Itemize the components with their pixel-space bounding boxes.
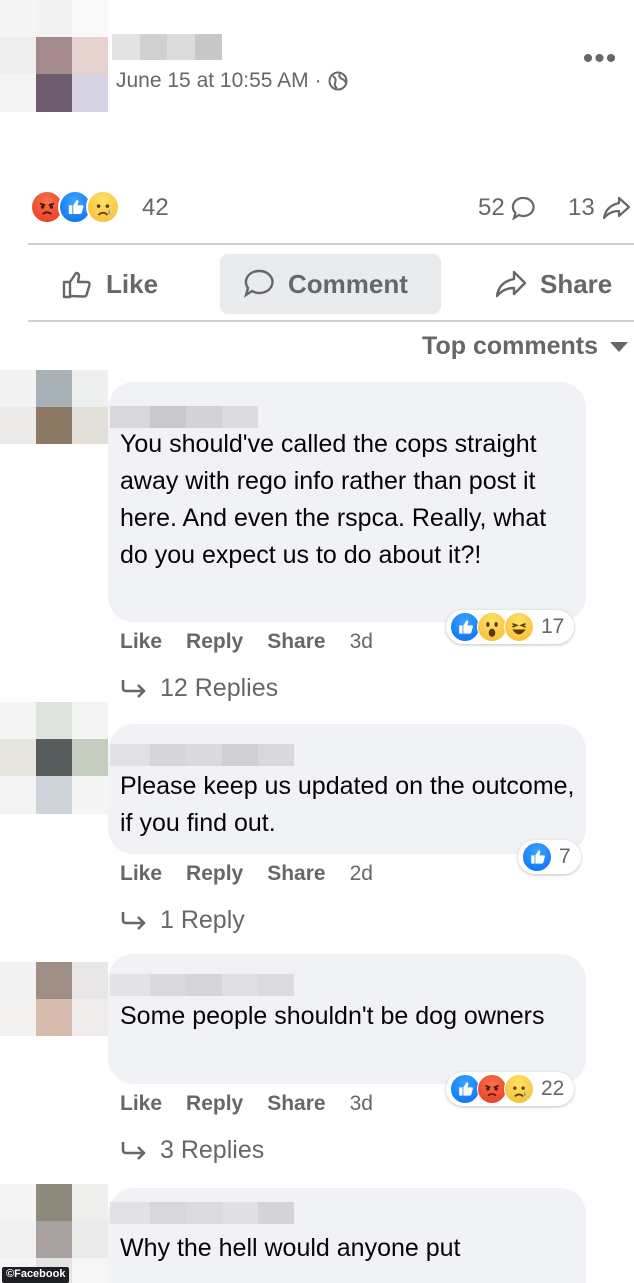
comment-avatar[interactable]	[0, 702, 108, 814]
thumbs-up-icon	[62, 271, 91, 299]
like-reaction-icon	[450, 1074, 480, 1104]
comment-text: You should've called the cops straight a…	[120, 430, 547, 569]
caret-down-icon	[610, 341, 628, 352]
divider-bottom	[28, 320, 634, 322]
comment-text: Why the hell would anyone put	[120, 1234, 461, 1262]
share-button[interactable]: Share	[472, 254, 634, 314]
post-header: June 15 at 10:55 AM · •••	[0, 0, 634, 120]
reaction-emoji-stack[interactable]	[30, 190, 120, 224]
comment-actions: Like Reply Share 2d	[120, 862, 373, 886]
comment-avatar[interactable]	[0, 370, 108, 444]
comment-reply-link[interactable]: Reply	[186, 630, 243, 654]
comment-sort-dropdown[interactable]: Top comments	[422, 332, 628, 361]
comment-label: Comment	[288, 268, 408, 299]
reactions-summary: 42 52 13	[30, 186, 630, 228]
divider-top	[28, 243, 634, 245]
replies-count-text: 12 Replies	[160, 674, 279, 702]
more-icon: •••	[582, 42, 618, 75]
share-count[interactable]: 13	[568, 194, 631, 222]
comment-reply-link[interactable]: Reply	[186, 862, 243, 886]
post-action-bar: Like Comment Share	[28, 254, 634, 314]
comment-item: You should've called the cops straight a…	[0, 370, 634, 710]
sad-reaction-icon	[86, 190, 120, 224]
comment-count[interactable]: 52	[478, 194, 537, 222]
reply-arrow-icon	[121, 1141, 146, 1160]
comment-bubble[interactable]: Some people shouldn't be dog owners	[108, 954, 586, 1084]
commenter-name-blurred[interactable]	[110, 406, 258, 428]
comment-reactions[interactable]: 17	[446, 610, 575, 644]
like-button[interactable]: Like	[38, 254, 180, 314]
wow-reaction-icon	[477, 612, 507, 642]
comment-actions: Like Reply Share 3d	[120, 630, 373, 654]
comment-time[interactable]: 2d	[350, 862, 373, 886]
replies-count-text: 3 Replies	[160, 1136, 265, 1164]
sad-reaction-icon	[504, 1074, 534, 1104]
comment-avatar[interactable]	[0, 962, 108, 1036]
share-arrow-icon	[602, 196, 630, 220]
comment-bubble-icon	[511, 196, 535, 221]
comment-like-link[interactable]: Like	[120, 862, 162, 886]
source-credit: ©Facebook	[2, 1267, 70, 1283]
avatar[interactable]	[0, 0, 108, 112]
sort-label: Top comments	[422, 332, 598, 360]
comment-time[interactable]: 3d	[350, 630, 373, 654]
post-timestamp[interactable]: June 15 at 10:55 AM ·	[116, 69, 348, 93]
commenter-name-blurred[interactable]	[110, 744, 294, 766]
comment-actions: Like Reply Share 3d	[120, 1092, 373, 1116]
comment-item: Why the hell would anyone put	[0, 1184, 634, 1283]
comment-reaction-count: 22	[541, 1077, 565, 1100]
comment-bubble[interactable]: You should've called the cops straight a…	[108, 382, 586, 622]
like-reaction-icon	[450, 612, 480, 642]
comment-time[interactable]: 3d	[350, 1092, 373, 1116]
like-reaction-icon	[522, 842, 552, 872]
angry-reaction-icon	[477, 1074, 507, 1104]
comment-reactions[interactable]: 22	[446, 1072, 575, 1106]
comment-text: Some people shouldn't be dog owners	[120, 1002, 545, 1030]
view-replies-link[interactable]: 1 Reply	[120, 906, 245, 935]
author-name-blurred[interactable]	[112, 34, 222, 60]
replies-count-text: 1 Reply	[160, 906, 245, 934]
comment-reaction-count: 7	[559, 845, 571, 868]
comment-item: Some people shouldn't be dog owners 22 L…	[0, 954, 634, 1172]
comment-reply-link[interactable]: Reply	[186, 1092, 243, 1116]
comment-bubble[interactable]: Please keep us updated on the outcome, i…	[108, 724, 586, 854]
commenter-name-blurred[interactable]	[110, 1202, 294, 1224]
comment-text: Please keep us updated on the outcome, i…	[120, 772, 575, 837]
separator-dot: ·	[314, 69, 322, 92]
reaction-count[interactable]: 42	[142, 194, 169, 222]
share-label: Share	[540, 268, 613, 299]
comment-share-link[interactable]: Share	[267, 630, 325, 654]
haha-reaction-icon	[504, 612, 534, 642]
comment-reactions[interactable]: 7	[518, 840, 581, 874]
more-options-button[interactable]: •••	[580, 42, 620, 75]
post-time-text: June 15 at 10:55 AM	[116, 69, 309, 92]
reply-arrow-icon	[121, 679, 146, 698]
comment-like-link[interactable]: Like	[120, 630, 162, 654]
share-icon	[495, 270, 527, 298]
reply-arrow-icon	[121, 911, 146, 930]
view-replies-link[interactable]: 3 Replies	[120, 1136, 264, 1165]
share-count-text: 13	[568, 194, 595, 221]
like-label: Like	[106, 268, 159, 299]
comment-count-text: 52	[478, 194, 505, 221]
comment-share-link[interactable]: Share	[267, 862, 325, 886]
commenter-name-blurred[interactable]	[110, 974, 294, 996]
comment-like-link[interactable]: Like	[120, 1092, 162, 1116]
comment-button[interactable]: Comment	[220, 254, 441, 314]
comment-item: Please keep us updated on the outcome, i…	[0, 702, 634, 942]
view-replies-link[interactable]: 12 Replies	[120, 674, 278, 703]
comment-icon	[243, 269, 274, 298]
comment-reaction-count: 17	[541, 615, 565, 638]
comment-bubble[interactable]: Why the hell would anyone put	[108, 1188, 586, 1283]
globe-icon	[328, 71, 348, 91]
comment-share-link[interactable]: Share	[267, 1092, 325, 1116]
